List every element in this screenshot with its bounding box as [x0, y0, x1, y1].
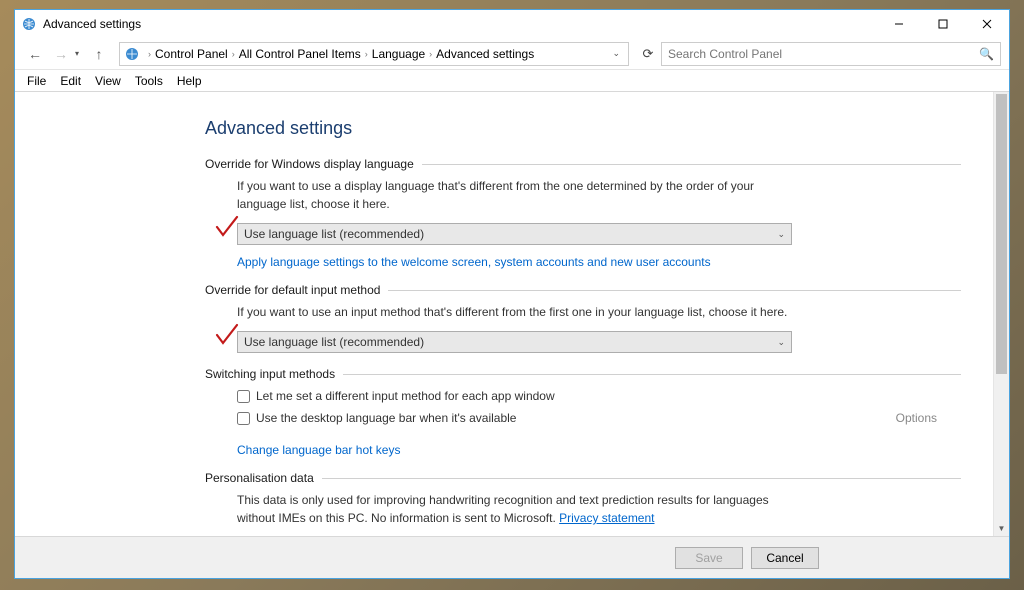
- menu-edit[interactable]: Edit: [54, 72, 87, 90]
- location-icon: [124, 46, 140, 62]
- history-dropdown[interactable]: ▾: [75, 49, 85, 58]
- scroll-down-button[interactable]: ▼: [994, 520, 1009, 536]
- input-method-select[interactable]: Use language list (recommended) ⌄: [237, 331, 792, 353]
- menu-view[interactable]: View: [89, 72, 127, 90]
- breadcrumb-item[interactable]: All Control Panel Items: [239, 47, 361, 61]
- window: Advanced settings ← → ▾ ↑ › Control Pane…: [14, 9, 1010, 579]
- close-button[interactable]: [965, 10, 1009, 38]
- forward-button[interactable]: →: [49, 42, 73, 66]
- section-header-input-method: Override for default input method: [205, 283, 961, 297]
- checkbox-label: Use the desktop language bar when it's a…: [256, 411, 516, 425]
- window-title: Advanced settings: [43, 17, 877, 31]
- app-icon: [21, 16, 37, 32]
- save-button[interactable]: Save: [675, 547, 743, 569]
- navbar: ← → ▾ ↑ › Control Panel › All Control Pa…: [15, 38, 1009, 70]
- back-button[interactable]: ←: [23, 42, 47, 66]
- chevron-down-icon: ⌄: [777, 337, 785, 348]
- breadcrumb-item[interactable]: Control Panel: [155, 47, 228, 61]
- minimize-button[interactable]: [877, 10, 921, 38]
- content-scroll[interactable]: Advanced settings Override for Windows d…: [15, 92, 1009, 536]
- content-area: Advanced settings Override for Windows d…: [15, 92, 1009, 536]
- apply-settings-link[interactable]: Apply language settings to the welcome s…: [237, 255, 711, 269]
- breadcrumb-item[interactable]: Language: [372, 47, 425, 61]
- breadcrumb[interactable]: › Control Panel › All Control Panel Item…: [119, 42, 629, 66]
- breadcrumb-item[interactable]: Advanced settings: [436, 47, 534, 61]
- search-box[interactable]: 🔍: [661, 42, 1001, 66]
- change-hotkeys-link[interactable]: Change language bar hot keys: [237, 443, 400, 457]
- options-link[interactable]: Options: [896, 411, 961, 425]
- display-language-select[interactable]: Use language list (recommended) ⌄: [237, 223, 792, 245]
- chevron-right-icon: ›: [232, 49, 235, 59]
- section-desc: If you want to use a display language th…: [237, 177, 797, 213]
- refresh-button[interactable]: ⟳: [637, 46, 659, 62]
- up-button[interactable]: ↑: [87, 42, 111, 66]
- search-icon: 🔍: [979, 47, 994, 61]
- search-input[interactable]: [668, 47, 979, 61]
- chevron-down-icon: ⌄: [777, 229, 785, 240]
- titlebar: Advanced settings: [15, 10, 1009, 38]
- desktop-language-bar-checkbox[interactable]: [237, 412, 250, 425]
- per-app-input-checkbox[interactable]: [237, 390, 250, 403]
- scrollbar[interactable]: ▲ ▼: [993, 92, 1009, 536]
- maximize-button[interactable]: [921, 10, 965, 38]
- section-header-personalisation: Personalisation data: [205, 471, 961, 485]
- section-desc: If you want to use an input method that'…: [237, 303, 797, 321]
- chevron-right-icon: ›: [148, 49, 151, 59]
- menu-tools[interactable]: Tools: [129, 72, 169, 90]
- footer: Save Cancel: [15, 536, 1009, 578]
- scrollbar-thumb[interactable]: [996, 94, 1007, 374]
- cancel-button[interactable]: Cancel: [751, 547, 819, 569]
- checkbox-label: Let me set a different input method for …: [256, 389, 555, 403]
- privacy-link[interactable]: Privacy statement: [559, 509, 654, 527]
- chevron-right-icon: ›: [429, 49, 432, 59]
- page-title: Advanced settings: [205, 118, 961, 139]
- menubar: File Edit View Tools Help: [15, 70, 1009, 92]
- menu-help[interactable]: Help: [171, 72, 208, 90]
- breadcrumb-dropdown[interactable]: ⌄: [612, 48, 624, 59]
- section-desc: This data is only used for improving han…: [237, 491, 797, 527]
- section-header-switching: Switching input methods: [205, 367, 961, 381]
- section-header-display-language: Override for Windows display language: [205, 157, 961, 171]
- window-controls: [877, 10, 1009, 38]
- menu-file[interactable]: File: [21, 72, 52, 90]
- chevron-right-icon: ›: [365, 49, 368, 59]
